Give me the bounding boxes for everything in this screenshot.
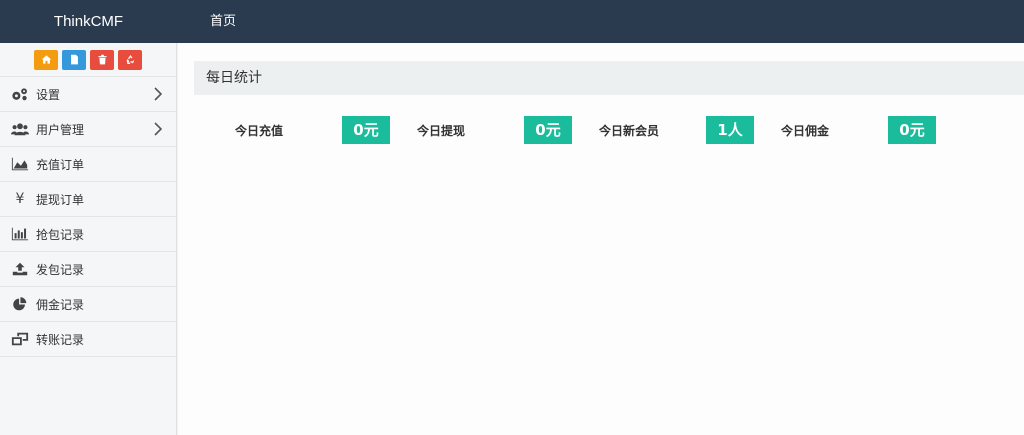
chevron-right-icon xyxy=(154,87,163,101)
pie-chart-icon xyxy=(10,295,30,313)
gears-icon xyxy=(10,85,30,103)
stat-today-withdraw: 今日提现 xyxy=(417,116,465,144)
sidebar-item-label: 充值订单 xyxy=(36,157,85,172)
tab-home[interactable]: 首页 xyxy=(200,0,246,43)
stat-today-commission: 今日佣金 xyxy=(781,116,829,144)
sidebar-item-label: 佣金记录 xyxy=(36,297,85,312)
panel-title: 每日统计 xyxy=(194,61,1024,95)
sidebar-item-commission-records[interactable]: 佣金记录 xyxy=(0,287,176,322)
brand-logo[interactable]: ThinkCMF xyxy=(0,0,177,43)
bar-chart-icon xyxy=(10,225,30,243)
file-icon xyxy=(70,54,78,65)
sidebar-item-label: 转账记录 xyxy=(36,332,85,347)
top-navbar: ThinkCMF 首页 xyxy=(0,0,1024,43)
trash-icon xyxy=(97,54,107,65)
upload-icon xyxy=(10,260,30,278)
stat-value: 0元 xyxy=(888,116,936,144)
sidebar-item-label: 提现订单 xyxy=(36,192,85,207)
sidebar-item-label: 用户管理 xyxy=(36,122,85,137)
clear-cache-button[interactable] xyxy=(90,49,114,70)
stat-value: 0元 xyxy=(524,116,572,144)
stat-today-new-members: 今日新会员 xyxy=(599,116,659,144)
stat-value: 0元 xyxy=(342,116,390,144)
sidebar-item-send-records[interactable]: 发包记录 xyxy=(0,252,176,287)
sidebar-item-settings[interactable]: 设置 xyxy=(0,77,176,112)
home-icon xyxy=(41,55,51,64)
clone-icon xyxy=(10,330,30,348)
stat-value: 1人 xyxy=(706,116,754,144)
sidebar-item-grab-records[interactable]: 抢包记录 xyxy=(0,217,176,252)
sidebar-item-recharge-orders[interactable]: 充值订单 xyxy=(0,147,176,182)
users-icon xyxy=(10,120,30,138)
sidebar-item-label: 设置 xyxy=(36,87,61,102)
sidebar-item-withdraw-orders[interactable]: ¥ 提现订单 xyxy=(0,182,176,217)
shortcut-bar xyxy=(0,43,176,77)
stat-label: 今日充值 xyxy=(235,123,284,138)
stat-label: 今日提现 xyxy=(417,123,466,138)
recycle-icon xyxy=(126,55,134,64)
home-shortcut-button[interactable] xyxy=(34,49,58,70)
sidebar-item-user-management[interactable]: 用户管理 xyxy=(0,112,176,147)
main-content: 每日统计 今日充值 0元 今日提现 0元 今日新会员 1人 今日佣金 0元 xyxy=(178,43,1024,435)
stat-today-recharge: 今日充值 xyxy=(235,116,283,144)
recycle-bin-button[interactable] xyxy=(118,49,142,70)
sidebar-item-label: 发包记录 xyxy=(36,262,85,277)
sidebar: 设置 用户管理 充值订单 ¥ 提现订单 抢包记录 发包记录 佣金记录 转账记录 xyxy=(0,43,177,435)
sidebar-item-label: 抢包记录 xyxy=(36,227,85,242)
chevron-right-icon xyxy=(154,122,163,136)
yen-icon: ¥ xyxy=(15,191,25,207)
stat-label: 今日佣金 xyxy=(781,123,830,138)
area-chart-icon xyxy=(10,155,30,173)
stat-label: 今日新会员 xyxy=(599,123,660,138)
file-shortcut-button[interactable] xyxy=(62,49,86,70)
sidebar-item-transfer-records[interactable]: 转账记录 xyxy=(0,322,176,357)
